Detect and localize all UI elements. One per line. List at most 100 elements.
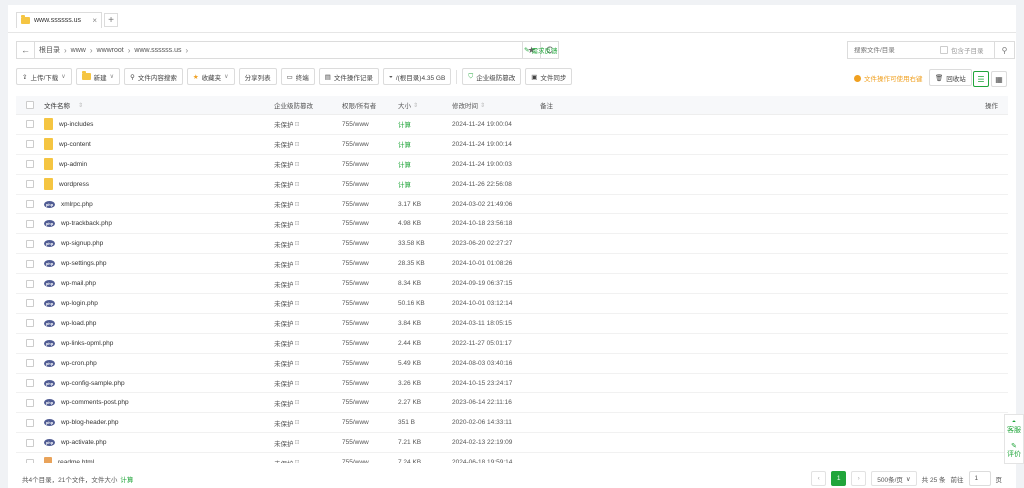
file-name[interactable]: wp-comments-post.php [61, 399, 129, 406]
close-icon[interactable]: × [92, 16, 97, 25]
file-name[interactable]: wp-mail.php [61, 280, 96, 287]
crumb-www[interactable]: www [71, 47, 86, 54]
lock-icon[interactable]: ⊡ [295, 260, 300, 267]
protect-status[interactable]: 未保护 [274, 298, 294, 308]
row-checkbox[interactable] [26, 319, 34, 328]
permission[interactable]: 755/www [342, 320, 369, 327]
crumb-site[interactable]: www.ssssss.us [134, 47, 181, 54]
file-name[interactable]: wp-content [59, 141, 91, 148]
lock-icon[interactable]: ⊡ [295, 161, 300, 168]
lock-icon[interactable]: ⊡ [295, 320, 300, 327]
row-checkbox[interactable] [26, 219, 34, 228]
back-button[interactable]: ← [17, 42, 35, 58]
lock-icon[interactable]: ⊡ [295, 380, 300, 387]
permission[interactable]: 755/www [342, 141, 369, 148]
sync-button[interactable]: ▣ 文件同步 [525, 68, 573, 85]
lock-icon[interactable]: ⊡ [295, 459, 300, 463]
permission[interactable]: 755/www [342, 439, 369, 446]
terminal-button[interactable]: ▭ 终端 [280, 68, 315, 85]
file-name[interactable]: wp-blog-header.php [61, 419, 118, 426]
lock-icon[interactable]: ⊡ [295, 340, 300, 347]
lock-icon[interactable]: ⊡ [295, 181, 300, 188]
row-checkbox[interactable] [26, 359, 34, 368]
protect-status[interactable]: 未保护 [274, 159, 294, 169]
prev-page-button[interactable]: ‹ [811, 471, 827, 486]
subdir-checkbox[interactable] [940, 46, 948, 54]
row-checkbox[interactable] [26, 160, 34, 169]
protect-status[interactable]: 未保护 [274, 279, 294, 289]
content-search-button[interactable]: ⚲ 文件内容搜索 [124, 68, 183, 85]
file-name[interactable]: wp-activate.php [61, 439, 107, 446]
select-all-checkbox[interactable] [26, 101, 34, 109]
protect-status[interactable]: 未保护 [274, 458, 294, 463]
protect-status[interactable]: 未保护 [274, 438, 294, 448]
file-name[interactable]: wp-trackback.php [61, 220, 112, 227]
row-checkbox[interactable] [26, 120, 34, 129]
recycle-bin-button[interactable]: 🗑︎ 回收站 [929, 69, 972, 86]
permission[interactable]: 755/www [342, 181, 369, 188]
permission[interactable]: 755/www [342, 380, 369, 387]
favorites-button[interactable]: ★ 收藏夹 ∨ [186, 68, 235, 85]
protect-status[interactable]: 未保护 [274, 378, 294, 388]
row-checkbox[interactable] [26, 259, 34, 268]
list-view-icon[interactable]: ☰ [973, 71, 989, 87]
file-size[interactable]: 计算 [398, 159, 411, 169]
disk-button[interactable]: ◒ /(根目录)4.35 GB [382, 68, 452, 85]
row-checkbox[interactable] [26, 299, 34, 308]
file-name[interactable]: wp-signup.php [61, 240, 103, 247]
search-input[interactable] [854, 46, 940, 54]
row-checkbox[interactable] [26, 279, 34, 288]
file-name[interactable]: wp-config-sample.php [61, 380, 125, 387]
row-checkbox[interactable] [26, 239, 34, 248]
permission[interactable]: 755/www [342, 201, 369, 208]
permission[interactable]: 755/www [342, 121, 369, 128]
calc-size-link[interactable]: 计算 [120, 477, 133, 484]
table-row[interactable]: readme.html 未保护⊡ 755/www 7.24 KB 2024-06-18 … [16, 453, 1008, 463]
table-row[interactable]: php wp-activate.php 未保护 ⊡ 755/www 7.21 KB 2024… [16, 433, 1008, 454]
file-name[interactable]: wp-load.php [61, 320, 96, 327]
permission[interactable]: 755/www [342, 220, 369, 227]
protect-status[interactable]: 未保护 [274, 199, 294, 209]
goto-page-input[interactable]: 1 [968, 471, 991, 486]
table-row[interactable]: php wp-trackback.php 未保护 ⊡ 755/www 4.98 KB 202… [16, 214, 1008, 235]
file-name[interactable]: wp-admin [59, 161, 87, 168]
protect-status[interactable]: 未保护 [274, 318, 294, 328]
table-row[interactable]: php xmlrpc.php 未保护 ⊡ 755/www 3.17 KB 2024-03-0… [16, 195, 1008, 215]
permission[interactable]: 755/www [342, 419, 369, 426]
protect-status[interactable]: 未保护 [274, 219, 294, 229]
protect-status[interactable]: 未保护 [274, 418, 294, 428]
table-row[interactable]: php wp-signup.php 未保护 ⊡ 755/www 33.58 KB 2023-… [16, 234, 1008, 255]
permission[interactable]: 755/www [342, 161, 369, 168]
table-row[interactable]: php wp-links-opml.php 未保护 ⊡ 755/www 2.44 KB 20… [16, 334, 1008, 354]
protect-status[interactable]: 未保护 [274, 358, 294, 368]
file-size[interactable]: 计算 [398, 179, 411, 189]
permission[interactable]: 755/www [342, 340, 369, 347]
table-row[interactable]: php wp-settings.php 未保护 ⊡ 755/www 28.35 KB 202… [16, 254, 1008, 275]
protect-status[interactable]: 未保护 [274, 239, 294, 249]
page-button[interactable]: 1 [831, 471, 847, 486]
table-row[interactable]: php wp-cron.php 未保护 ⊡ 755/www 5.49 KB 2024-08-… [16, 354, 1008, 374]
file-name[interactable]: readme.html [58, 459, 94, 463]
permission[interactable]: 755/www [342, 280, 369, 287]
table-row[interactable]: php wp-load.php 未保护 ⊡ 755/www 3.84 KB 2024-03-… [16, 314, 1008, 334]
row-checkbox[interactable] [26, 438, 34, 447]
table-row[interactable]: wordpress 未保护 ⊡ 755/www 计算 2024-11-26 22:56:0… [16, 175, 1008, 195]
lock-icon[interactable]: ⊡ [295, 141, 300, 148]
row-checkbox[interactable] [26, 339, 34, 348]
feedback-link[interactable]: ✎ 需求反馈 [524, 45, 557, 55]
file-name[interactable]: wordpress [59, 181, 89, 188]
col-name[interactable]: 文件名称 ⇕ [44, 96, 83, 114]
lock-icon[interactable]: ⊡ [295, 201, 300, 208]
col-size[interactable]: 大小 ⇕ [398, 96, 418, 114]
file-name[interactable]: wp-login.php [61, 300, 98, 307]
permission[interactable]: 755/www [342, 260, 369, 267]
review-button[interactable]: ✎ 评价 [1005, 439, 1023, 463]
table-row[interactable]: wp-content 未保护 ⊡ 755/www 计算 2024-11-24 19:00:… [16, 135, 1008, 155]
tamper-button[interactable]: ⛉ 企业级防篡改 [462, 68, 522, 85]
lock-icon[interactable]: ⊡ [295, 360, 300, 367]
lock-icon[interactable]: ⊡ [295, 439, 300, 446]
protect-status[interactable]: 未保护 [274, 259, 294, 269]
protect-status[interactable]: 未保护 [274, 179, 294, 189]
upload-download-button[interactable]: ⇪ 上传/下载 ∨ [16, 68, 72, 85]
protect-status[interactable]: 未保护 [274, 398, 294, 408]
